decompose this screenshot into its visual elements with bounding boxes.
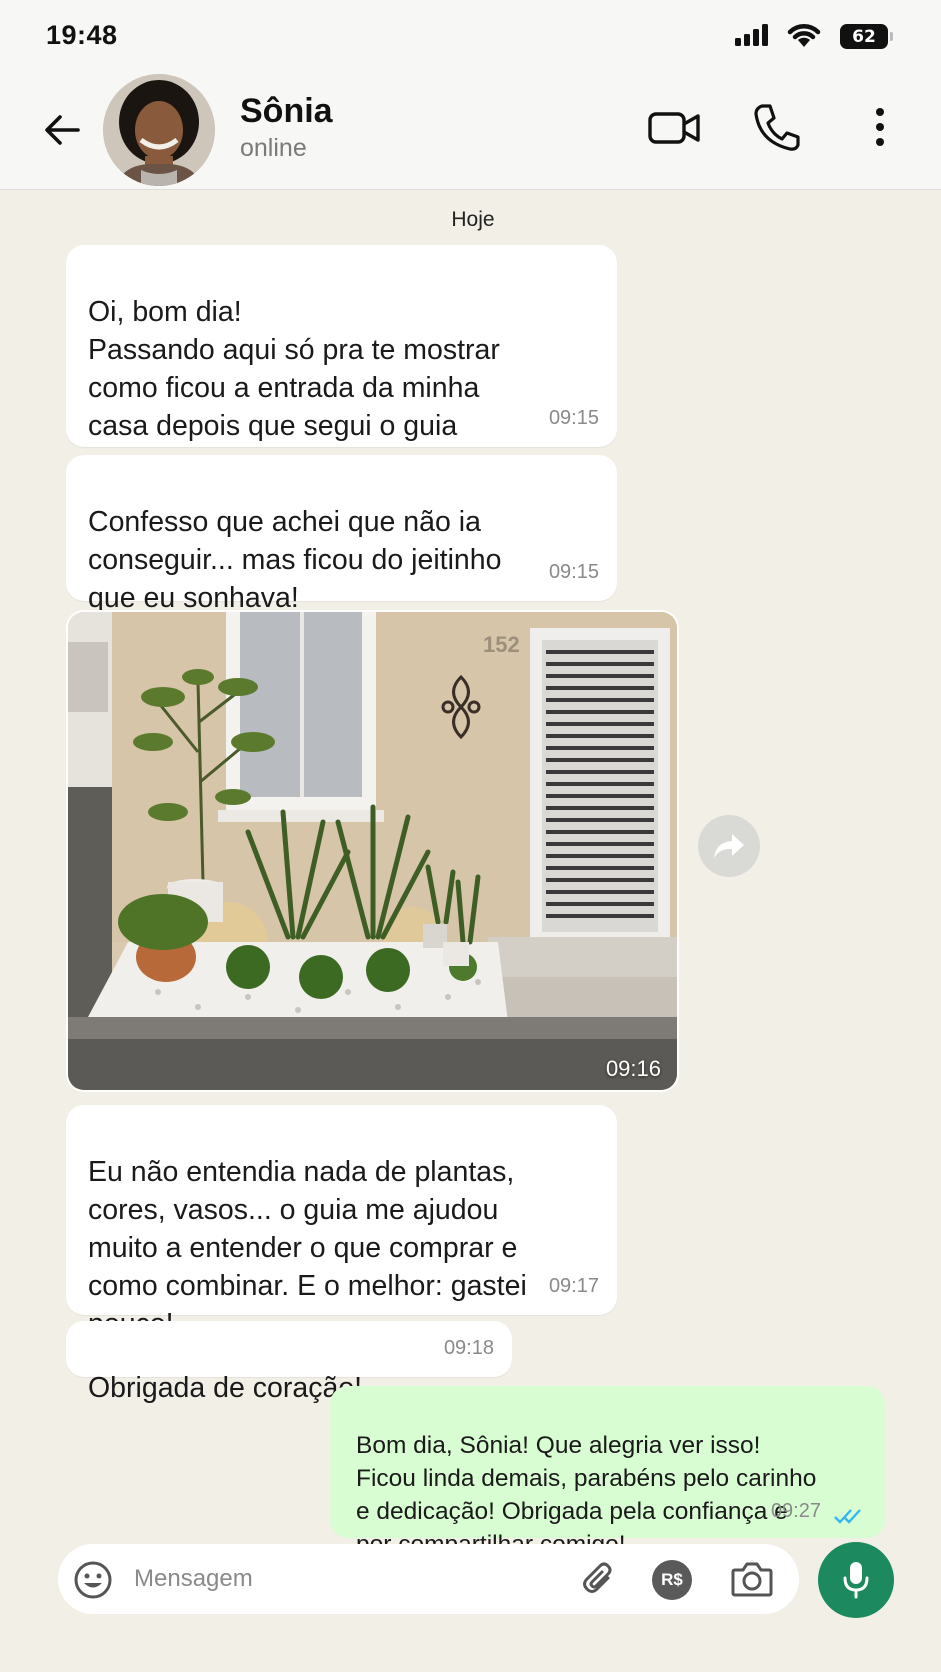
message-bubble-outgoing[interactable]: Bom dia, Sônia! Que alegria ver isso! Fi… xyxy=(330,1386,885,1558)
message-text: Confesso que achei que não ia conseguir.… xyxy=(88,506,502,614)
message-text: Oi, bom dia! Passando aqui só pra te mos… xyxy=(88,296,500,442)
bottom-area xyxy=(0,1624,941,1672)
wifi-icon xyxy=(787,24,821,47)
payment-button[interactable]: R$ xyxy=(652,1560,692,1600)
message-bubble-incoming[interactable]: Oi, bom dia! Passando aqui só pra te mos… xyxy=(66,245,617,447)
message-time: 09:16 xyxy=(605,1056,661,1081)
message-time: 09:18 xyxy=(443,1337,494,1359)
status-bar: 19:48 62 xyxy=(0,0,941,76)
message-bubble-incoming[interactable]: Eu não entendia nada de plantas, cores, … xyxy=(66,1105,617,1340)
message-time: 09:27 xyxy=(770,1500,821,1522)
more-vertical-icon[interactable] xyxy=(862,102,898,152)
message-time: 09:15 xyxy=(548,561,599,583)
phone-icon[interactable] xyxy=(752,102,800,152)
message-text: Eu não entendia nada de plantas, cores, … xyxy=(88,1156,527,1340)
message-composer: R$ xyxy=(58,1544,799,1614)
video-call-icon[interactable] xyxy=(647,104,701,152)
chat-header: Sônia online xyxy=(0,74,941,190)
avatar[interactable] xyxy=(103,74,215,186)
battery-level: 62 xyxy=(852,26,876,47)
image-message[interactable]: 152 09:16 xyxy=(66,610,679,1092)
message-bubble-incoming[interactable]: Confesso que achei que não ia conseguir.… xyxy=(66,455,617,614)
back-arrow-icon[interactable] xyxy=(40,108,84,152)
contact-status: online xyxy=(240,134,307,162)
microphone-button[interactable] xyxy=(818,1542,894,1618)
microphone-icon xyxy=(843,1562,869,1599)
message-time: 09:15 xyxy=(548,407,599,429)
emoji-icon[interactable] xyxy=(72,1559,114,1601)
battery-icon: 62 xyxy=(840,24,893,49)
contact-name[interactable]: Sônia xyxy=(240,92,333,131)
garden-entrance-photo: 152 xyxy=(68,612,677,1090)
date-chip: Hoje xyxy=(451,208,495,231)
signal-icon xyxy=(735,24,768,46)
message-input[interactable] xyxy=(134,1558,534,1600)
status-time: 19:48 xyxy=(46,20,118,50)
svg-text:152: 152 xyxy=(483,632,520,657)
message-time: 09:17 xyxy=(548,1275,599,1297)
paperclip-icon[interactable] xyxy=(578,1558,620,1600)
camera-icon[interactable] xyxy=(730,1558,774,1600)
message-bubble-incoming[interactable]: Obrigada de coração! 09:18 xyxy=(66,1321,512,1404)
double-check-icon xyxy=(834,1509,861,1524)
forward-icon xyxy=(714,834,744,858)
forward-button[interactable] xyxy=(698,815,760,877)
